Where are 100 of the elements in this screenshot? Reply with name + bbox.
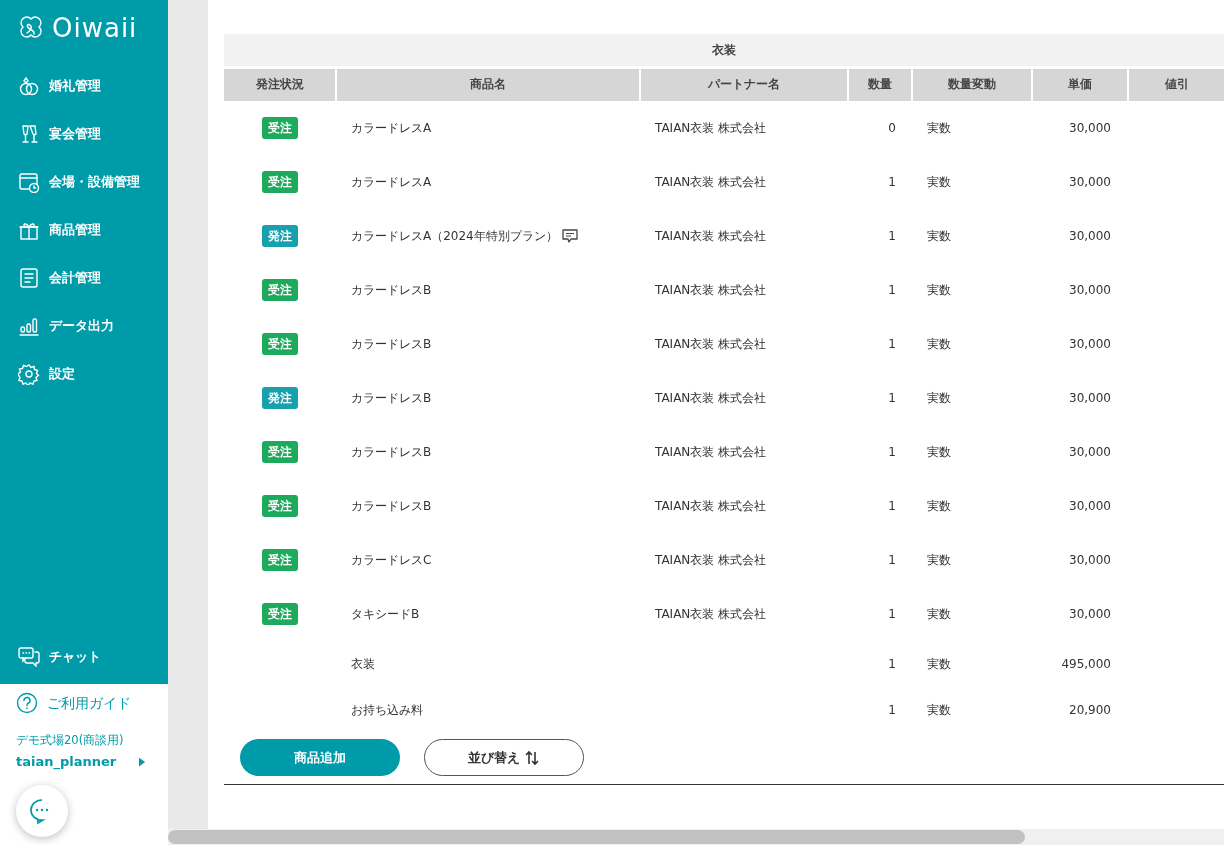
- add-product-button[interactable]: 商品追加: [240, 739, 400, 776]
- table-cell-text: カラードレスA（2024年特別プラン）: [351, 228, 558, 245]
- table-cell-text: 1: [887, 444, 897, 461]
- table-cell-text: 30,000: [1068, 444, 1112, 461]
- help-icon: [16, 692, 38, 715]
- column-header: 値引: [1127, 69, 1224, 101]
- status-badge: 受注: [261, 603, 298, 625]
- calendar-clock-icon: [18, 171, 40, 193]
- scrollbar-thumb[interactable]: [168, 830, 1025, 844]
- table-cell-text: カラードレスB: [350, 282, 433, 299]
- sidebar-item[interactable]: 婚礼管理: [0, 62, 168, 110]
- status-badge: 受注: [261, 549, 298, 571]
- table-cell-text: 30,000: [1068, 282, 1112, 299]
- user-name: taian_planner: [16, 752, 117, 771]
- table-cell-text: 実数: [926, 656, 952, 673]
- table-cell-text: 0: [887, 120, 897, 137]
- table-cell-text: 実数: [926, 552, 952, 569]
- sort-button[interactable]: 並び替え: [424, 739, 584, 776]
- table-cell-text: カラードレスB: [350, 390, 433, 407]
- table-cell-text: 1: [887, 606, 897, 623]
- table-cell-text: 実数: [926, 120, 952, 137]
- table-cell-text: TAIAN衣装 株式会社: [654, 390, 768, 407]
- table-cell-text: 実数: [926, 444, 952, 461]
- table-cell-text: TAIAN衣装 株式会社: [654, 498, 768, 515]
- column-header: 単価: [1031, 69, 1127, 101]
- table-cell-text: カラードレスB: [350, 498, 433, 515]
- table-cell-text: 30,000: [1068, 552, 1112, 569]
- horizontal-scrollbar[interactable]: [168, 829, 1224, 845]
- sidebar-item[interactable]: データ出力: [0, 302, 168, 350]
- chat-button[interactable]: [16, 785, 68, 837]
- table-cell-text: カラードレスB: [350, 444, 433, 461]
- table-cell-text: TAIAN衣装 株式会社: [654, 606, 768, 623]
- table-cell-text: TAIAN衣装 株式会社: [654, 336, 768, 353]
- status-badge: 発注: [261, 387, 298, 409]
- table-cell-text: 実数: [926, 702, 952, 719]
- status-badge: 受注: [261, 279, 298, 301]
- table-cell-text: 1: [887, 552, 897, 569]
- table-cell-text: 30,000: [1068, 606, 1112, 623]
- table-cell-text: 実数: [926, 390, 952, 407]
- column-header: 数量: [847, 69, 911, 101]
- table-cell-text: TAIAN衣装 株式会社: [654, 228, 768, 245]
- sidebar-item[interactable]: 商品管理: [0, 206, 168, 254]
- table-cell-text: 1: [887, 702, 897, 719]
- column-header: パートナー名: [639, 69, 847, 101]
- status-badge: 受注: [261, 441, 298, 463]
- table-cell-text: 30,000: [1068, 174, 1112, 191]
- table-cell-text: 30,000: [1068, 498, 1112, 515]
- table-cell-text: 495,000: [1060, 656, 1112, 673]
- table-cell-text: TAIAN衣装 株式会社: [654, 282, 768, 299]
- sidebar-item[interactable]: 会計管理: [0, 254, 168, 302]
- table-cell-text: 30,000: [1068, 228, 1112, 245]
- table-cell-text: 衣装: [350, 656, 376, 673]
- guide-link[interactable]: ご利用ガイド: [0, 684, 147, 723]
- table-cell-text: 1: [887, 498, 897, 515]
- sidebar-item[interactable]: 会場・設備管理: [0, 158, 168, 206]
- status-badge: 受注: [261, 171, 298, 193]
- table-cell-text: 実数: [926, 282, 952, 299]
- table-cell-text: 1: [887, 656, 897, 673]
- table-cell-text: 30,000: [1068, 390, 1112, 407]
- venue-name: デモ式場20(商談用): [15, 732, 125, 750]
- status-badge: 受注: [261, 117, 298, 139]
- sidebar-item[interactable]: 宴会管理: [0, 110, 168, 158]
- table-cell-text: お持ち込み料: [350, 702, 424, 719]
- table-cell-text: 実数: [926, 336, 952, 353]
- table-cell-text: 実数: [926, 174, 952, 191]
- table-cell-text: カラードレスA: [350, 120, 433, 137]
- chat-menu-item[interactable]: チャット: [0, 632, 168, 681]
- rings-icon: [18, 75, 40, 97]
- status-badge: 受注: [261, 333, 298, 355]
- expand-arrow-icon[interactable]: [139, 756, 146, 767]
- table-cell-text: 実数: [926, 606, 952, 623]
- column-header: 商品名: [335, 69, 639, 101]
- sort-arrows-icon: [524, 750, 540, 767]
- status-badge: 受注: [261, 495, 298, 517]
- settings-icon: [18, 363, 40, 385]
- document-icon: [18, 267, 40, 289]
- table-cell-text: 実数: [926, 498, 952, 515]
- table-cell-text: 1: [887, 228, 897, 245]
- column-header: 発注状況: [224, 69, 335, 101]
- table-cell-text: TAIAN衣装 株式会社: [654, 120, 768, 137]
- table-cell-text: カラードレスC: [350, 552, 433, 569]
- table-cell-text: 20,900: [1068, 702, 1112, 719]
- column-header: 数量変動: [911, 69, 1031, 101]
- table-cell-text: タキシードB: [350, 606, 421, 623]
- logo-text: Oiwaii: [52, 15, 138, 41]
- sidebar-item[interactable]: 設定: [0, 350, 168, 398]
- table-cell-text: 1: [887, 174, 897, 191]
- table-cell-text: TAIAN衣装 株式会社: [654, 174, 768, 191]
- status-badge: 発注: [261, 225, 298, 247]
- table-cell-text: 実数: [926, 228, 952, 245]
- table-group-header: 衣装: [224, 34, 1224, 66]
- table-cell-text: TAIAN衣装 株式会社: [654, 552, 768, 569]
- table-cell-text: TAIAN衣装 株式会社: [654, 444, 768, 461]
- bar-chart-icon: [18, 315, 40, 337]
- table-cell-text: 30,000: [1068, 120, 1112, 137]
- chat-bubbles-icon: [18, 645, 40, 668]
- table-cell-text: 1: [887, 390, 897, 407]
- table-cell-text: カラードレスA: [350, 174, 433, 191]
- table-cell-text: 1: [887, 336, 897, 353]
- table-cell-text: カラードレスB: [350, 336, 433, 353]
